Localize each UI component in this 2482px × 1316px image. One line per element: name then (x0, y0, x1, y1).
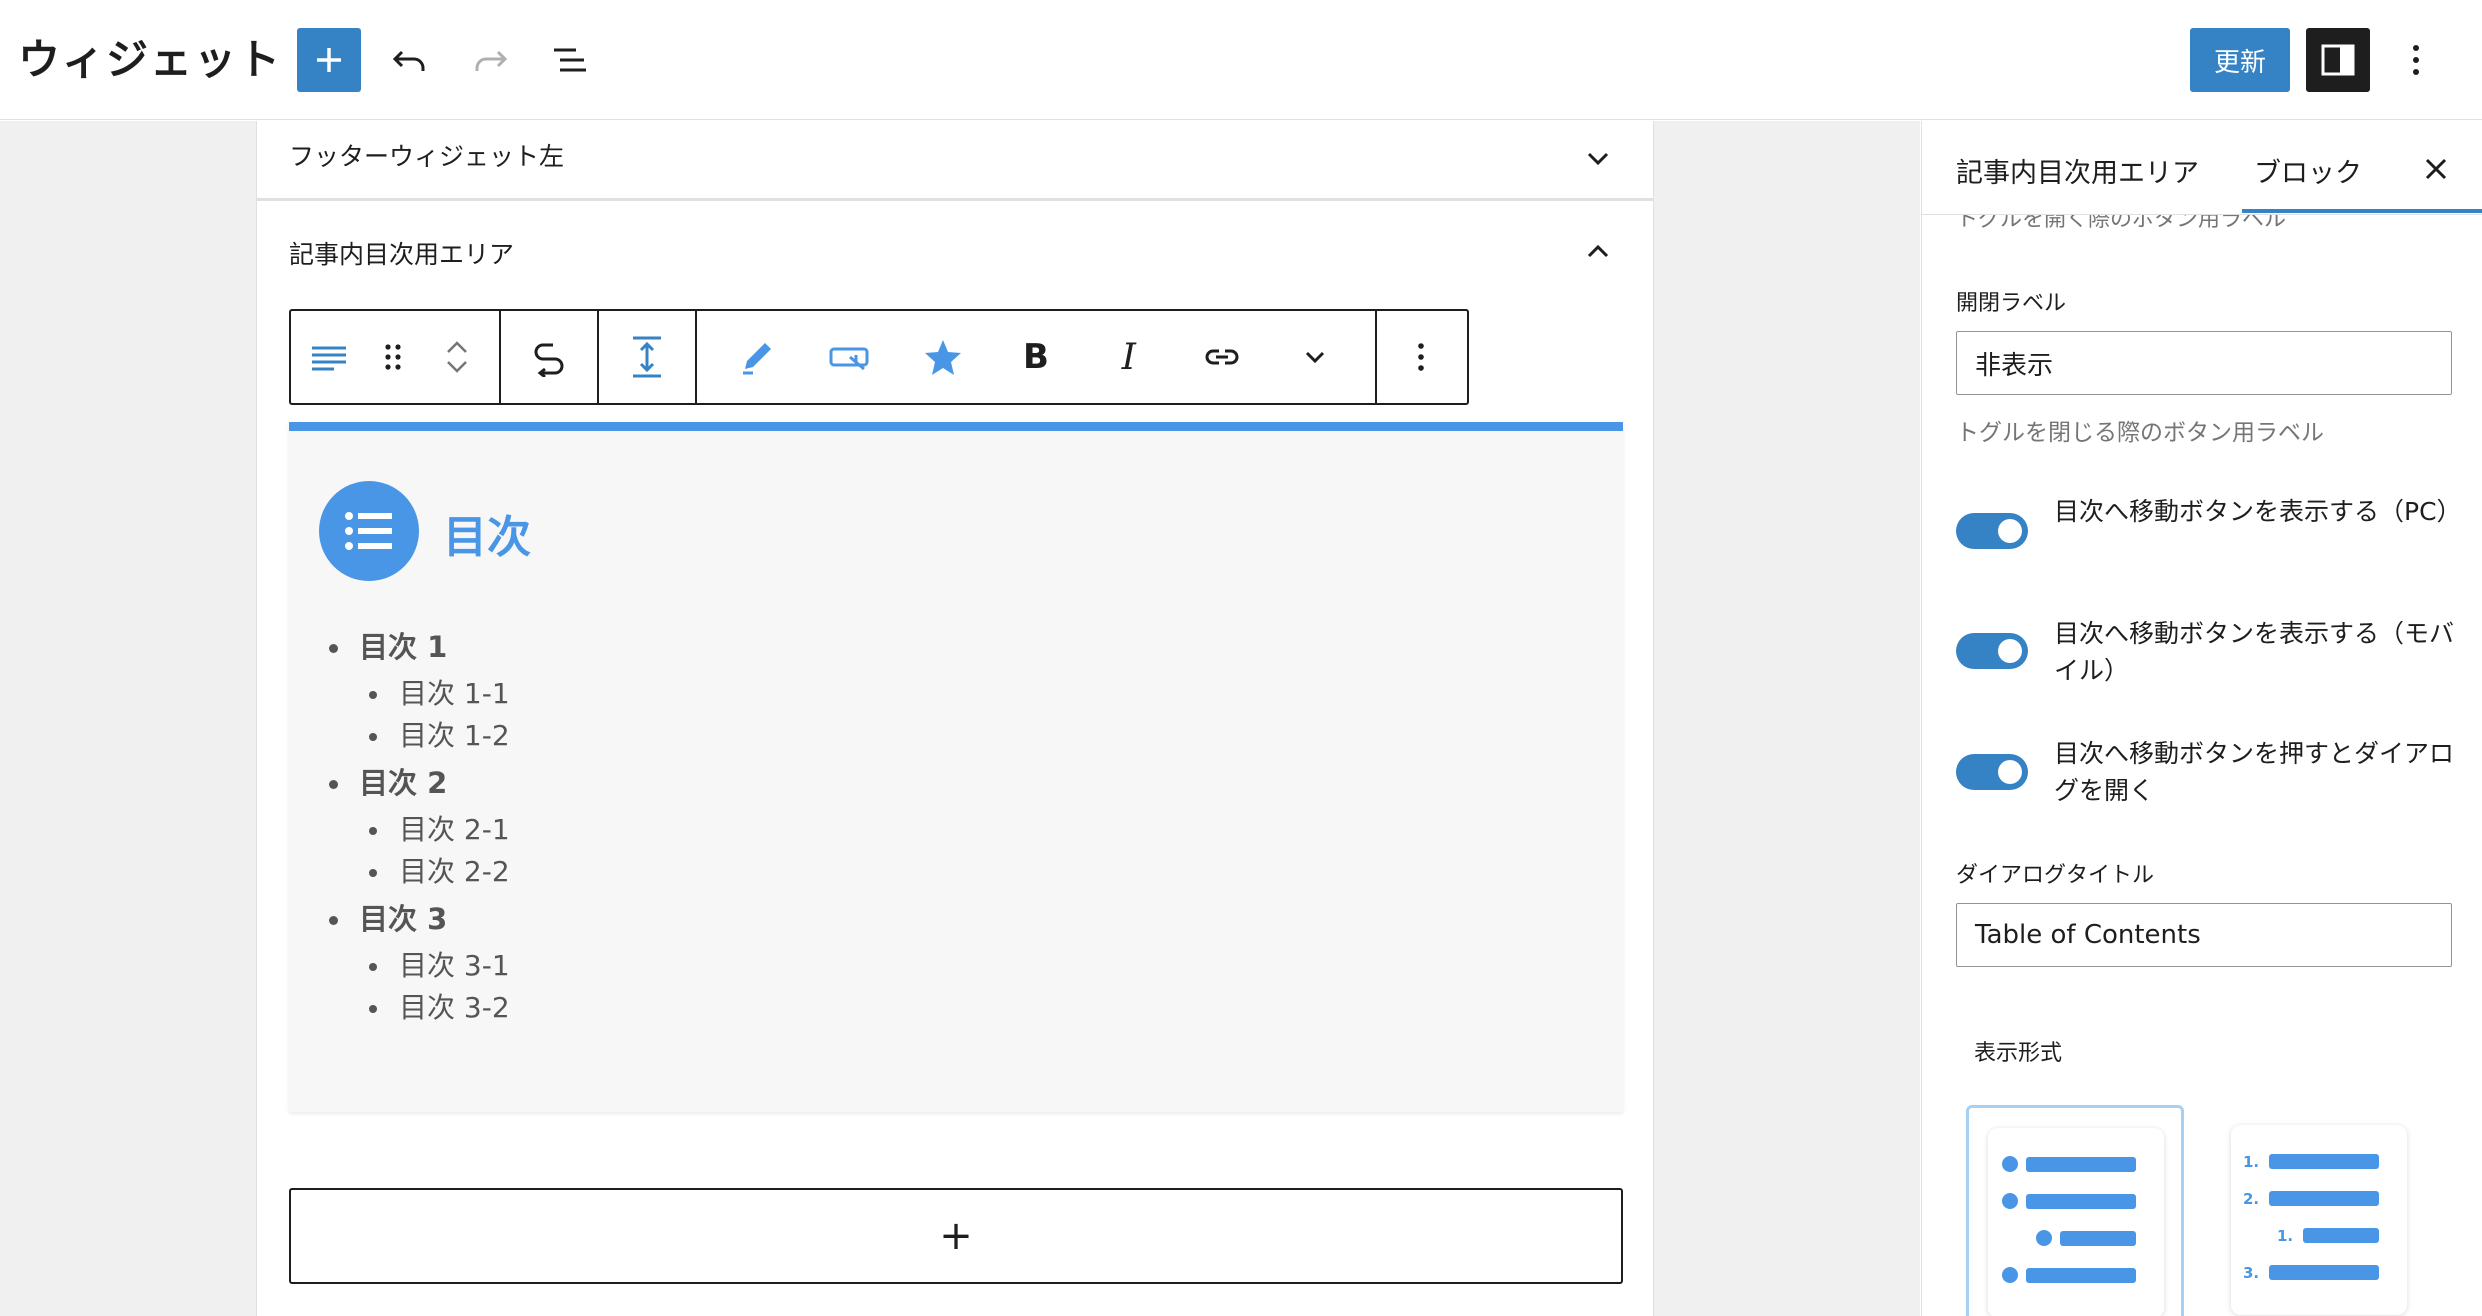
widget-area-footer-left[interactable]: フッターウィジェット左 (257, 121, 1653, 199)
format-option-bullets[interactable] (1966, 1105, 2184, 1316)
star-icon (925, 340, 962, 375)
preview-number: 1. (2243, 1153, 2259, 1171)
toc-item[interactable]: 目次 3 (329, 893, 510, 945)
format-option-numbered[interactable]: 1. 2. 1. 3. (2212, 1105, 2430, 1316)
chevron-down-icon[interactable] (443, 357, 471, 377)
toc-item[interactable]: 目次 2 (329, 757, 510, 809)
dialog-title-input[interactable]: Table of Contents (1956, 903, 2452, 967)
bold-button[interactable]: B (990, 312, 1083, 402)
more-vertical-icon (1418, 343, 1424, 371)
undo-button[interactable] (386, 36, 434, 84)
preview-number: 2. (2243, 1190, 2259, 1208)
transform-button[interactable] (510, 312, 588, 402)
sidebar-tabs: 記事内目次用エリア ブロック (1922, 121, 2482, 215)
toggle-show-button-mobile-label: 目次へ移動ボタンを表示する（モバイル） (2054, 619, 2455, 685)
toolbar-group-format: B I (697, 311, 1377, 403)
widget-area-title: 記事内目次用エリア (289, 240, 515, 269)
editor-header: ウィジェット 更新 (0, 0, 2482, 120)
sidebar-icon (2321, 44, 2355, 76)
toolbar-group-transform (501, 311, 599, 403)
add-block-button[interactable] (297, 28, 361, 92)
close-label-help: トグルを閉じる際のボタン用ラベル (1956, 420, 2324, 446)
toc-item[interactable]: 目次 1 (329, 621, 510, 673)
options-menu-button[interactable] (2396, 36, 2436, 84)
bullet-list-preview-icon (1988, 1128, 2164, 1316)
close-icon (2425, 158, 2447, 180)
button-icon (829, 347, 869, 371)
more-formats-button[interactable] (1268, 312, 1361, 402)
toc-subitem[interactable]: 目次 1-2 (329, 715, 510, 757)
settings-sidebar: 記事内目次用エリア ブロック トグルを開く際のボタン用ラベル 開閉ラベル 非表示… (1921, 121, 2482, 1316)
block-appender-button[interactable]: + (289, 1188, 1623, 1284)
toolbar-group-height (599, 311, 697, 403)
bold-icon: B (1023, 337, 1049, 377)
chevron-down-icon[interactable] (1583, 143, 1613, 173)
toc-list-icon (319, 481, 419, 581)
drag-icon (385, 344, 401, 370)
toolbar-group-block (291, 311, 501, 403)
undo-icon (392, 50, 425, 71)
display-format-label: 表示形式 (1974, 1041, 2063, 1066)
pencil-icon (743, 343, 772, 375)
toc-title: 目次 (443, 512, 531, 563)
toc-subitem[interactable]: 目次 3-1 (329, 945, 510, 987)
redo-button[interactable] (466, 36, 514, 84)
toc-list: 目次 1 目次 1-1 目次 1-2 目次 2 目次 2-1 目次 2-2 目次… (329, 621, 510, 1029)
block-options-button[interactable] (1382, 312, 1460, 402)
toc-subitem[interactable]: 目次 3-2 (329, 987, 510, 1029)
toggle-open-dialog-label: 目次へ移動ボタンを押すとダイアログを開く (2054, 739, 2455, 805)
tab-widget-area[interactable]: 記事内目次用エリア (1956, 151, 2199, 190)
chevron-up-icon[interactable] (1583, 237, 1613, 267)
close-sidebar-button[interactable] (2416, 149, 2456, 189)
numbered-list-preview-icon: 1. 2. 1. 3. (2231, 1125, 2407, 1315)
dialog-title-field-label: ダイアログタイトル (1956, 863, 2155, 888)
block-type-button[interactable] (297, 312, 361, 402)
chevron-down-icon (1305, 351, 1324, 364)
toc-subitem[interactable]: 目次 2-2 (329, 851, 510, 893)
toggle-show-button-pc-label: 目次へ移動ボタンを表示する（PC） (2054, 497, 2462, 526)
settings-sidebar-button[interactable] (2306, 28, 2370, 92)
widget-area-toc[interactable]: 記事内目次用エリア (257, 199, 1653, 299)
italic-button[interactable]: I (1082, 312, 1175, 402)
plus-icon (317, 48, 341, 72)
italic-icon: I (1121, 336, 1136, 378)
inline-button-button[interactable] (804, 312, 897, 402)
widget-areas-panel: フッターウィジェット左 記事内目次用エリア B I 目次 目次 1 目次 1-1… (256, 121, 1654, 1316)
toolbar-group-options (1377, 311, 1465, 403)
list-view-icon (554, 48, 586, 72)
move-buttons[interactable] (425, 312, 489, 402)
preview-number: 3. (2243, 1264, 2259, 1282)
block-toolbar: B I (289, 309, 1469, 405)
link-button[interactable] (1175, 312, 1268, 402)
star-button[interactable] (897, 312, 990, 402)
close-label-input[interactable]: 非表示 (1956, 331, 2452, 395)
more-vertical-icon (2413, 45, 2419, 75)
active-tab-indicator (2242, 209, 2482, 213)
page-title: ウィジェット (18, 35, 283, 84)
redo-icon (475, 50, 508, 71)
toc-block-icon (312, 346, 346, 371)
close-label-field-label: 開閉ラベル (1956, 291, 2067, 316)
highlight-button[interactable] (711, 312, 804, 402)
chevron-up-icon[interactable] (443, 337, 471, 357)
vertical-resize-icon (633, 336, 661, 378)
widget-area-title: フッターウィジェット左 (289, 142, 565, 171)
update-button[interactable]: 更新 (2190, 28, 2290, 92)
height-button[interactable] (608, 312, 686, 402)
drag-handle[interactable] (361, 312, 425, 402)
toggle-open-dialog[interactable] (1956, 754, 2028, 790)
transform-icon (534, 343, 564, 377)
preview-number: 1. (2277, 1227, 2293, 1245)
list-view-button[interactable] (546, 36, 594, 84)
toggle-show-button-pc[interactable] (1956, 513, 2028, 549)
tab-block[interactable]: ブロック (2254, 151, 2362, 190)
toggle-show-button-mobile[interactable] (1956, 633, 2028, 669)
editor-canvas: フッターウィジェット左 記事内目次用エリア B I 目次 目次 1 目次 1-1… (0, 121, 1920, 1316)
toc-subitem[interactable]: 目次 1-1 (329, 673, 510, 715)
toc-subitem[interactable]: 目次 2-1 (329, 809, 510, 851)
toc-block[interactable]: 目次 目次 1 目次 1-1 目次 1-2 目次 2 目次 2-1 目次 2-2… (289, 422, 1623, 1112)
link-icon (1205, 349, 1239, 365)
